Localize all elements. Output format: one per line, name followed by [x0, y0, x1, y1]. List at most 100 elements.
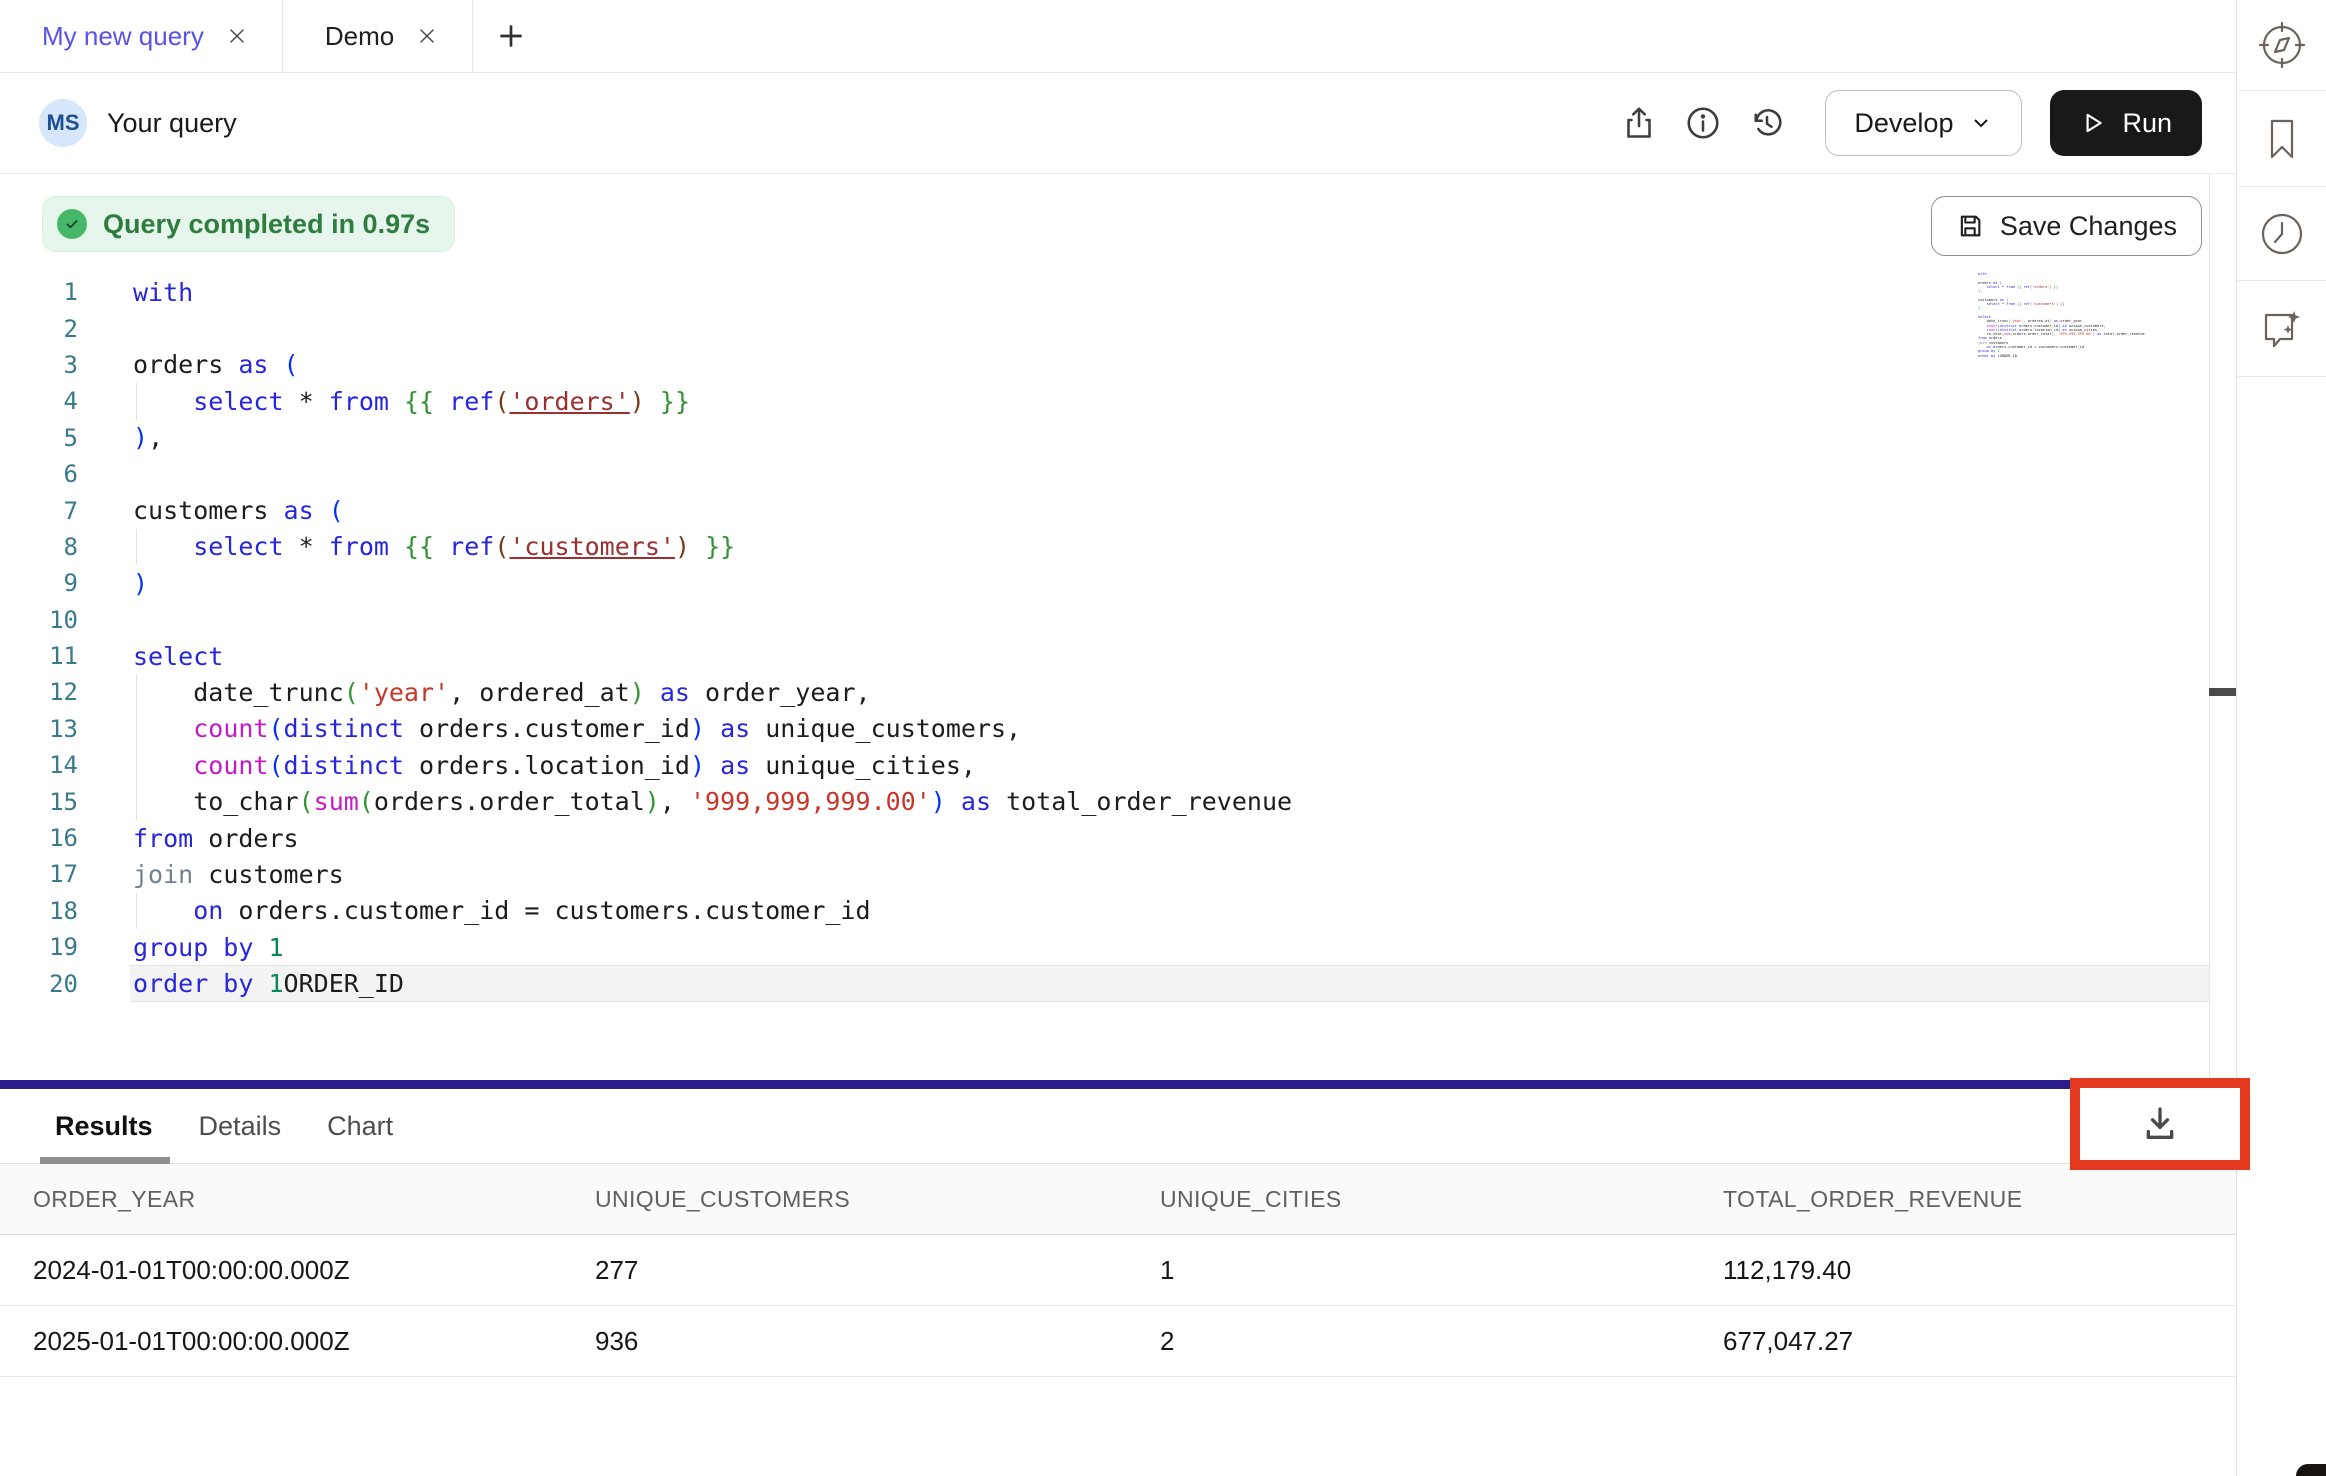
table-row[interactable]: 2025-01-01T00:00:00.000Z9362677,047.27: [0, 1306, 2236, 1377]
code-line-12[interactable]: 12 date_trunc('year', ordered_at) as ord…: [0, 674, 2209, 710]
line-number: 2: [0, 315, 78, 343]
table-cell: 277: [595, 1255, 1160, 1286]
column-header: UNIQUE_CUSTOMERS: [595, 1186, 1160, 1213]
share-icon: [1621, 105, 1657, 141]
tab-my-new-query[interactable]: My new query: [0, 0, 283, 72]
code-text: group by 1: [133, 933, 284, 962]
explore-button[interactable]: [2237, 0, 2326, 91]
develop-button[interactable]: Develop: [1825, 90, 2022, 156]
line-number: 9: [0, 569, 78, 597]
ai-chat-button[interactable]: [2237, 281, 2326, 377]
code-text: order by 1ORDER_ID: [133, 969, 404, 998]
code-line-18[interactable]: 18 on orders.customer_id = customers.cus…: [0, 893, 2209, 929]
chevron-down-icon: [1969, 111, 1993, 135]
run-button[interactable]: Run: [2050, 90, 2202, 156]
tab-details[interactable]: Details: [199, 1111, 282, 1142]
download-icon[interactable]: [2140, 1104, 2180, 1144]
line-number: 4: [0, 387, 78, 415]
main-pane: My new query Demo MS Your query: [0, 0, 2237, 1476]
column-header: UNIQUE_CITIES: [1160, 1186, 1723, 1213]
tab-chart[interactable]: Chart: [327, 1111, 393, 1142]
tab-results[interactable]: Results: [55, 1111, 153, 1142]
code-line-20[interactable]: 20order by 1ORDER_ID: [0, 965, 2209, 1001]
current-line-highlight: [130, 965, 2209, 1001]
code-text: select: [133, 642, 223, 671]
column-header: ORDER_YEAR: [33, 1186, 595, 1213]
line-number: 19: [0, 933, 78, 961]
bookmarks-button[interactable]: [2237, 91, 2326, 187]
table-cell: 2025-01-01T00:00:00.000Z: [33, 1326, 595, 1357]
code-lines: 1 with 2 3orders as (4 select * from {{ ref…: [0, 274, 2209, 1002]
query-status-badge: Query completed in 0.97s: [42, 196, 455, 252]
code-line-8[interactable]: 8 select * from {{ ref('customers') }}: [0, 529, 2209, 565]
history-icon: [1749, 105, 1785, 141]
editor-scrollbar-mark[interactable]: [2209, 688, 2236, 696]
avatar[interactable]: MS: [39, 99, 87, 147]
code-line-13[interactable]: 13 count(distinct orders.customer_id) as…: [0, 711, 2209, 747]
code-line-1[interactable]: 1 with: [0, 274, 2209, 310]
close-icon[interactable]: [416, 25, 438, 47]
code-line-6[interactable]: 6: [0, 456, 2209, 492]
code-line-14[interactable]: 14 count(distinct orders.location_id) as…: [0, 747, 2209, 783]
save-label: Save Changes: [2000, 211, 2177, 242]
line-number: 8: [0, 533, 78, 561]
bookmark-icon: [2254, 111, 2310, 167]
status-row: Query completed in 0.97s Save Changes: [0, 174, 2236, 272]
code-line-16[interactable]: 16from orders: [0, 820, 2209, 856]
results-tab-bar: Results Details Chart: [0, 1089, 2236, 1164]
column-header: TOTAL_ORDER_REVENUE: [1723, 1186, 2236, 1213]
line-number: 11: [0, 642, 78, 670]
save-icon: [1956, 212, 1984, 240]
query-header: MS Your query Develop Run: [0, 73, 2236, 174]
minimap-line: order by 1ORDER_ID: [1978, 354, 2148, 358]
history-sidebar-button[interactable]: [2237, 187, 2326, 281]
share-button[interactable]: [1607, 91, 1671, 155]
info-icon: [1685, 105, 1721, 141]
annotation-red-box: [2070, 1078, 2250, 1170]
table-cell: 112,179.40: [1723, 1255, 2236, 1286]
code-text: date_trunc('year', ordered_at) as order_…: [133, 678, 871, 707]
tab-demo[interactable]: Demo: [283, 0, 473, 72]
code-text: join customers: [133, 860, 344, 889]
line-number: 5: [0, 424, 78, 452]
code-line-11[interactable]: 11 select: [0, 638, 2209, 674]
minimap[interactable]: withorders as ( select * from {{ ref('or…: [1978, 272, 2148, 358]
code-line-4[interactable]: 4 select * from {{ ref('orders') }}: [0, 383, 2209, 419]
code-text: with: [133, 278, 193, 307]
active-tab-underline: [40, 1157, 170, 1164]
play-icon: [2080, 110, 2106, 136]
close-icon[interactable]: [226, 25, 248, 47]
table-row[interactable]: 2024-01-01T00:00:00.000Z2771112,179.40: [0, 1235, 2236, 1306]
new-tab-button[interactable]: [473, 0, 549, 72]
editor-scrollbar-track[interactable]: [2209, 174, 2237, 1080]
table-cell: 1: [1160, 1255, 1723, 1286]
info-button[interactable]: [1671, 91, 1735, 155]
code-text: from orders: [133, 824, 299, 853]
panel-resize-divider[interactable]: [0, 1080, 2236, 1089]
code-text: on orders.customer_id = customers.custom…: [133, 896, 871, 925]
code-line-2[interactable]: 2: [0, 310, 2209, 346]
code-line-17[interactable]: 17 join customers: [0, 856, 2209, 892]
run-label: Run: [2122, 108, 2172, 139]
code-line-15[interactable]: 15 to_char(sum(orders.order_total), '999…: [0, 783, 2209, 819]
minimap-line: to_char(sum(orders.order_total), '999,99…: [1978, 332, 2148, 336]
code-line-3[interactable]: 3orders as (: [0, 347, 2209, 383]
table-cell: 677,047.27: [1723, 1326, 2236, 1357]
code-text: count(distinct orders.customer_id) as un…: [133, 714, 1021, 743]
code-editor[interactable]: 1 with 2 3orders as (4 select * from {{ ref…: [0, 272, 2236, 1080]
code-line-19[interactable]: 19 group by 1: [0, 929, 2209, 965]
code-line-5[interactable]: 5),: [0, 420, 2209, 456]
query-title: Your query: [107, 108, 237, 139]
line-number: 17: [0, 860, 78, 888]
save-changes-button[interactable]: Save Changes: [1931, 196, 2202, 256]
tab-label: My new query: [42, 21, 204, 52]
code-text: to_char(sum(orders.order_total), '999,99…: [133, 787, 1292, 816]
code-line-10[interactable]: 10: [0, 602, 2209, 638]
code-line-9[interactable]: 9): [0, 565, 2209, 601]
code-line-7[interactable]: 7customers as (: [0, 492, 2209, 528]
history-button[interactable]: [1735, 91, 1799, 155]
line-number: 1: [0, 278, 78, 306]
tab-bar: My new query Demo: [0, 0, 2236, 73]
code-text: ),: [133, 423, 163, 452]
line-number: 15: [0, 788, 78, 816]
